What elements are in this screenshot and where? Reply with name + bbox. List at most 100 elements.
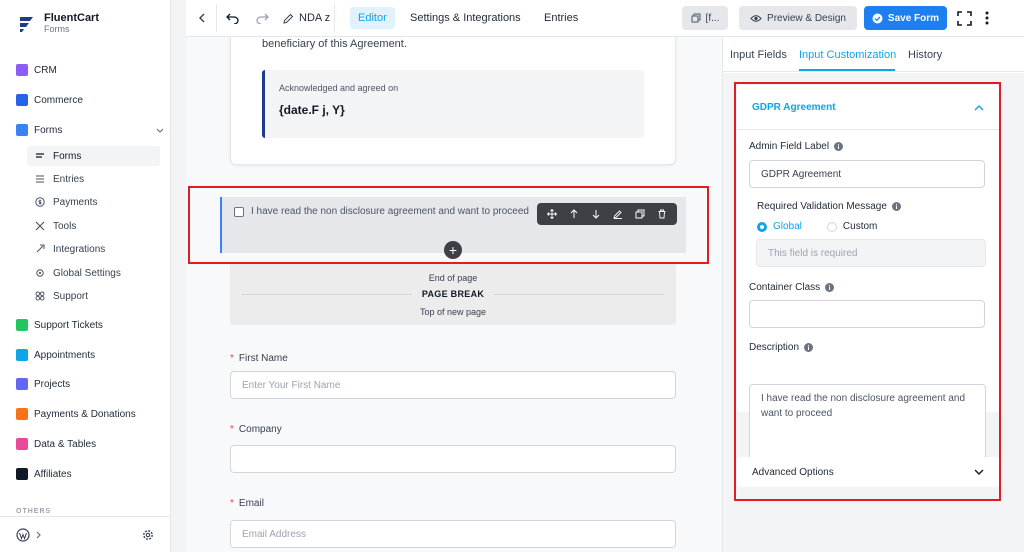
- sidebar-subitem-entries[interactable]: Entries: [27, 169, 160, 189]
- wordpress-icon[interactable]: [16, 527, 30, 542]
- info-icon[interactable]: [834, 142, 844, 151]
- sidebar-subitem-forms[interactable]: Forms: [27, 146, 160, 166]
- edit-icon[interactable]: [613, 209, 623, 219]
- radio-global[interactable]: [757, 221, 767, 232]
- sidebar-item-forms[interactable]: Forms: [16, 119, 164, 141]
- active-tab-indicator: [799, 69, 895, 71]
- tab-entries[interactable]: Entries: [536, 7, 586, 29]
- sidebar-item-data-tables[interactable]: Data & Tables: [16, 433, 164, 455]
- sidebar-item-label: Projects: [34, 378, 71, 390]
- sidebar-subitem-label: Support: [53, 290, 89, 302]
- form-name[interactable]: NDA z: [283, 10, 330, 26]
- check-circle-icon: [872, 13, 883, 23]
- company-input[interactable]: [230, 445, 676, 473]
- sidebar-subitem-payments[interactable]: Payments: [27, 192, 160, 212]
- sidebar-item-label: CRM: [34, 64, 57, 76]
- gear-icon[interactable]: [141, 528, 155, 542]
- chevron-down-icon: [974, 469, 984, 475]
- tab-input-customization[interactable]: Input Customization: [799, 49, 896, 61]
- first-name-label: * First Name: [230, 353, 288, 364]
- radio-custom[interactable]: [826, 221, 837, 232]
- tab-settings-integrations[interactable]: Settings & Integrations: [402, 7, 529, 29]
- sidebar-item-label: Forms: [34, 124, 63, 136]
- sidebar-subitem-label: Tools: [53, 220, 77, 232]
- radio-custom-label[interactable]: Custom: [843, 221, 877, 232]
- sidebar-item-payments-donations[interactable]: Payments & Donations: [16, 403, 164, 425]
- sidebar-item-commerce[interactable]: Commerce: [16, 89, 164, 111]
- page-break[interactable]: End of page PAGE BREAK Top of new page: [230, 263, 676, 325]
- acknowledgement-box: Acknowledged and agreed on {date.F j, Y}: [262, 70, 644, 138]
- pencil-icon: [283, 13, 294, 24]
- redo-icon: [255, 13, 269, 24]
- sidebar-item-appointments[interactable]: Appointments: [16, 344, 164, 366]
- chevron-down-icon: [156, 128, 164, 133]
- section-divider: [737, 129, 999, 130]
- brand[interactable]: FluentCart Forms: [16, 12, 99, 35]
- sidebar-subitem-tools[interactable]: Tools: [27, 216, 160, 236]
- fullscreen-button[interactable]: [956, 10, 972, 26]
- commerce-icon: [16, 94, 28, 106]
- chevron-left-icon: [199, 13, 205, 23]
- tab-input-fields[interactable]: Input Fields: [730, 49, 787, 61]
- radio-global-label[interactable]: Global: [773, 221, 802, 232]
- sidebar-subitem-integrations[interactable]: Integrations: [27, 239, 160, 259]
- arrow-up-icon[interactable]: [569, 209, 579, 219]
- sidebar-item-crm[interactable]: CRM: [16, 59, 164, 81]
- sidebar-subitem-global-settings[interactable]: Global Settings: [27, 263, 160, 283]
- validation-message-input[interactable]: This field is required: [756, 239, 986, 267]
- acknowledgement-card[interactable]: beneficiary of this Agreement. Acknowled…: [230, 37, 676, 165]
- preview-design-label: Preview & Design: [767, 12, 846, 24]
- container-class-input[interactable]: [749, 300, 985, 328]
- back-button[interactable]: [194, 10, 210, 26]
- list-icon: [36, 175, 44, 183]
- menu-lines-icon: [36, 153, 44, 158]
- chevron-right-icon[interactable]: [36, 531, 42, 539]
- arrow-down-icon[interactable]: [591, 209, 601, 219]
- sidebar-item-label: Payments & Donations: [34, 408, 136, 420]
- save-form-label: Save Form: [887, 12, 940, 24]
- preview-design-button[interactable]: Preview & Design: [739, 6, 857, 30]
- first-name-input[interactable]: Enter Your First Name: [230, 371, 676, 399]
- sidebar-item-affiliates[interactable]: Affiliates: [16, 463, 164, 485]
- sidebar-subitem-support[interactable]: Support: [27, 286, 160, 306]
- page-break-title: PAGE BREAK: [411, 289, 495, 299]
- settings-panel: Input Fields Input Customization History…: [722, 37, 1024, 552]
- field-toolbar: [537, 203, 677, 225]
- email-input[interactable]: Email Address: [230, 520, 676, 548]
- chevron-up-icon[interactable]: [973, 102, 985, 114]
- sidebar-item-label: Data & Tables: [34, 438, 97, 450]
- more-menu-button[interactable]: [981, 10, 993, 26]
- undo-button[interactable]: [224, 10, 240, 26]
- section-title[interactable]: GDPR Agreement: [752, 102, 836, 113]
- save-form-button[interactable]: Save Form: [864, 6, 947, 30]
- info-icon[interactable]: [804, 343, 814, 352]
- info-icon[interactable]: [825, 283, 835, 292]
- company-label: * Company: [230, 424, 282, 435]
- forms-icon: [16, 124, 28, 136]
- sidebar-subitem-label: Global Settings: [53, 267, 121, 279]
- gdpr-checkbox[interactable]: [234, 207, 244, 217]
- duplicate-icon[interactable]: [635, 209, 645, 219]
- more-vertical-icon: [985, 11, 989, 25]
- panel-body: GDPR Agreement Admin Field Label GDPR Ag…: [723, 73, 1024, 552]
- info-icon[interactable]: [891, 202, 901, 211]
- integrations-icon: [36, 244, 45, 253]
- description-textarea[interactable]: I have read the non disclosure agreement…: [749, 384, 986, 468]
- shortcode-button[interactable]: [f...: [682, 6, 728, 30]
- sidebar-item-projects[interactable]: Projects: [16, 373, 164, 395]
- sidebar-item-label: Commerce: [34, 94, 83, 106]
- advanced-options-section[interactable]: Advanced Options: [737, 457, 999, 487]
- sidebar-item-support-tickets[interactable]: Support Tickets: [16, 314, 164, 336]
- admin-field-label-input[interactable]: GDPR Agreement: [749, 160, 985, 188]
- add-field-button[interactable]: +: [444, 241, 462, 259]
- appointments-icon: [16, 349, 28, 361]
- tab-history[interactable]: History: [908, 49, 942, 61]
- agreement-text: beneficiary of this Agreement.: [262, 38, 407, 50]
- trash-icon[interactable]: [657, 209, 667, 219]
- copy-icon: [691, 13, 701, 23]
- tab-editor[interactable]: Editor: [350, 7, 395, 29]
- redo-button[interactable]: [254, 10, 270, 26]
- crm-icon: [16, 64, 28, 76]
- description-label: Description: [749, 342, 814, 353]
- move-icon[interactable]: [547, 209, 557, 219]
